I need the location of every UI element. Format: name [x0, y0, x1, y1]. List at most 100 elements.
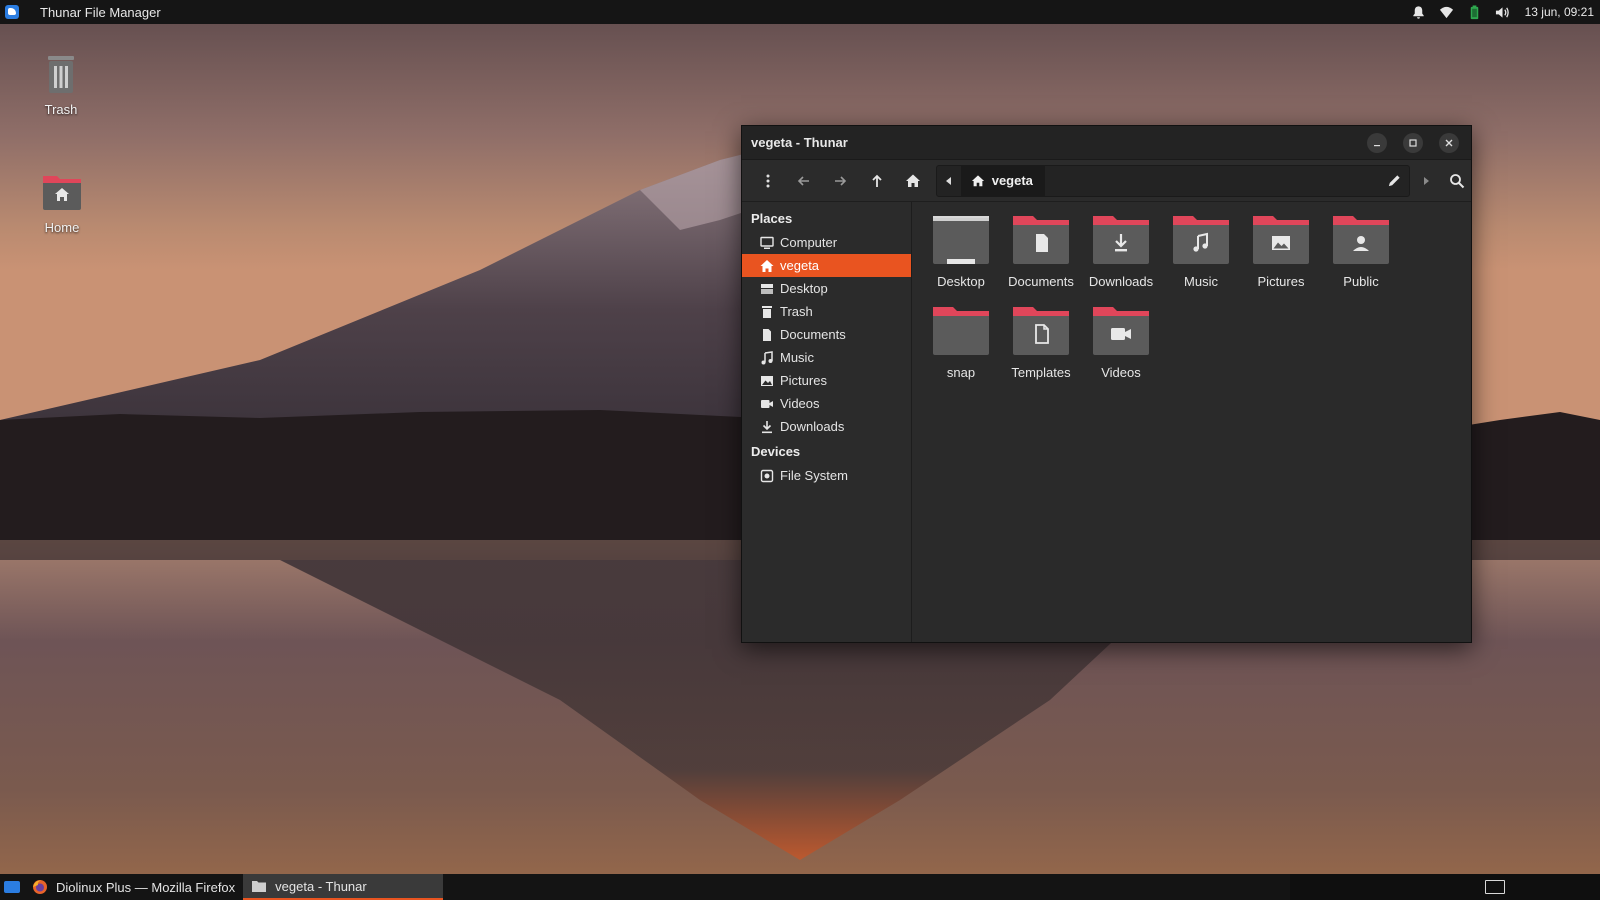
forward-button[interactable] — [827, 167, 854, 195]
wifi-icon[interactable] — [1439, 4, 1455, 20]
file-label: Pictures — [1257, 274, 1305, 289]
sidebar-item-trash[interactable]: Trash — [742, 300, 911, 323]
file-item[interactable]: snap — [921, 305, 1001, 380]
window-titlebar[interactable]: vegeta - Thunar — [742, 126, 1471, 160]
close-button[interactable] — [1439, 132, 1459, 153]
trash-icon — [760, 305, 774, 319]
arrow-up-icon — [872, 174, 882, 187]
window-title: vegeta - Thunar — [751, 135, 848, 150]
file-label: Templates — [1011, 365, 1071, 380]
system-tray: 13 jun, 09:21 — [1411, 4, 1600, 20]
file-view[interactable]: Desktop Documents Downloads Music Pictur… — [912, 202, 1471, 642]
home-icon — [906, 174, 921, 187]
folder-downloads-icon — [1093, 214, 1149, 266]
edit-location-button[interactable] — [1379, 166, 1409, 196]
file-item[interactable]: Documents — [1001, 214, 1081, 289]
trash-icon — [39, 52, 83, 96]
minimize-icon — [1374, 144, 1380, 146]
devices-heading: Devices — [751, 444, 801, 459]
pencil-icon — [1388, 175, 1400, 187]
file-item[interactable]: Templates — [1001, 305, 1081, 380]
folder-templates-icon — [1013, 305, 1069, 357]
folder-pictures-icon — [1253, 214, 1309, 266]
icon-grid: Desktop Documents Downloads Music Pictur… — [921, 214, 1401, 380]
file-item[interactable]: Desktop — [921, 214, 1001, 289]
applications-menu-button[interactable] — [0, 0, 24, 24]
bell-icon[interactable] — [1411, 4, 1427, 20]
sidebar-item-documents[interactable]: Documents — [742, 323, 911, 346]
sidebar-item-label: vegeta — [780, 258, 820, 273]
maximize-button[interactable] — [1403, 132, 1423, 153]
search-button[interactable] — [1444, 167, 1471, 195]
sidebar-item-downloads[interactable]: Downloads — [742, 415, 911, 438]
breadcrumb-label: vegeta — [991, 173, 1033, 188]
sidebar-item-label: Music — [780, 350, 814, 365]
desktop-icon-trash[interactable]: Trash — [21, 52, 101, 117]
sidebar-item-label: Computer — [780, 235, 838, 250]
folder-icon — [252, 881, 267, 892]
task-thunar[interactable]: vegeta - Thunar — [243, 874, 444, 900]
places-heading: Places — [751, 211, 793, 226]
desktop-icon-home[interactable]: Home — [22, 170, 102, 235]
task-label: Diolinux Plus — Mozilla Firefox — [56, 879, 236, 895]
path-scroll-left-button[interactable] — [937, 166, 961, 196]
sidebar-item-label: File System — [780, 468, 848, 483]
file-item[interactable]: Music — [1161, 214, 1241, 289]
desktop-icon-label: Trash — [44, 102, 78, 117]
arrow-left-icon — [797, 175, 810, 186]
show-desktop-button[interactable] — [0, 874, 24, 900]
file-item[interactable]: Downloads — [1081, 214, 1161, 289]
sidebar-item-computer[interactable]: Computer — [742, 231, 911, 254]
side-pane: Places Computer vegeta Desktop Trash Doc… — [742, 202, 912, 642]
workspace-switcher[interactable] — [1290, 874, 1600, 900]
home-button[interactable] — [899, 167, 926, 195]
drive-icon — [760, 469, 774, 483]
file-item[interactable]: Videos — [1081, 305, 1161, 380]
kebab-menu-icon — [766, 174, 770, 187]
file-item[interactable]: Public — [1321, 214, 1401, 289]
file-label: Public — [1343, 274, 1379, 289]
window-controls — [1367, 132, 1471, 153]
file-item[interactable]: Pictures — [1241, 214, 1321, 289]
firefox-icon — [33, 880, 47, 894]
path-scroll-right-button[interactable] — [1414, 166, 1437, 196]
location-bar: vegeta — [935, 164, 1411, 197]
folder-snap-icon — [933, 305, 989, 357]
battery-icon[interactable] — [1467, 4, 1483, 20]
desktop-icon-label: Home — [44, 220, 80, 235]
up-button[interactable] — [863, 167, 890, 195]
close-icon — [1445, 139, 1453, 146]
file-label: Downloads — [1088, 274, 1154, 289]
desktop-icon — [760, 282, 774, 296]
back-button[interactable] — [790, 167, 817, 195]
volume-icon[interactable] — [1495, 4, 1511, 20]
sidebar-item-desktop[interactable]: Desktop — [742, 277, 911, 300]
triangle-left-icon — [945, 176, 951, 185]
triangle-right-icon — [1423, 176, 1429, 185]
thunar-window: vegeta - Thunar vegeta Places Computer v… — [741, 125, 1472, 643]
maximize-icon — [1409, 138, 1417, 147]
sidebar-item-music[interactable]: Music — [742, 346, 911, 369]
download-icon — [760, 420, 774, 434]
file-label: Desktop — [937, 274, 985, 289]
sidebar-item-vegeta[interactable]: vegeta — [742, 254, 911, 277]
document-icon — [760, 328, 774, 342]
top-panel: Thunar File Manager 13 jun, 09:21 — [0, 0, 1600, 24]
file-label: Music — [1184, 274, 1218, 289]
minimize-button[interactable] — [1367, 132, 1387, 153]
breadcrumb-vegeta[interactable]: vegeta — [960, 165, 1045, 196]
clock[interactable]: 13 jun, 09:21 — [1525, 5, 1594, 19]
toolbar: vegeta — [742, 160, 1471, 202]
sidebar-item-file-system[interactable]: File System — [742, 464, 911, 487]
workspace-icon — [1485, 880, 1505, 894]
folder-desktop-icon — [933, 214, 989, 266]
menu-button[interactable] — [754, 167, 781, 195]
sidebar-item-pictures[interactable]: Pictures — [742, 369, 911, 392]
folder-documents-icon — [1013, 214, 1069, 266]
task-firefox[interactable]: Diolinux Plus — Mozilla Firefox — [24, 874, 243, 900]
sidebar-item-label: Pictures — [780, 373, 827, 388]
file-label: Videos — [1101, 365, 1141, 380]
sidebar-item-videos[interactable]: Videos — [742, 392, 911, 415]
search-icon — [1450, 173, 1465, 188]
file-label: snap — [946, 365, 976, 380]
